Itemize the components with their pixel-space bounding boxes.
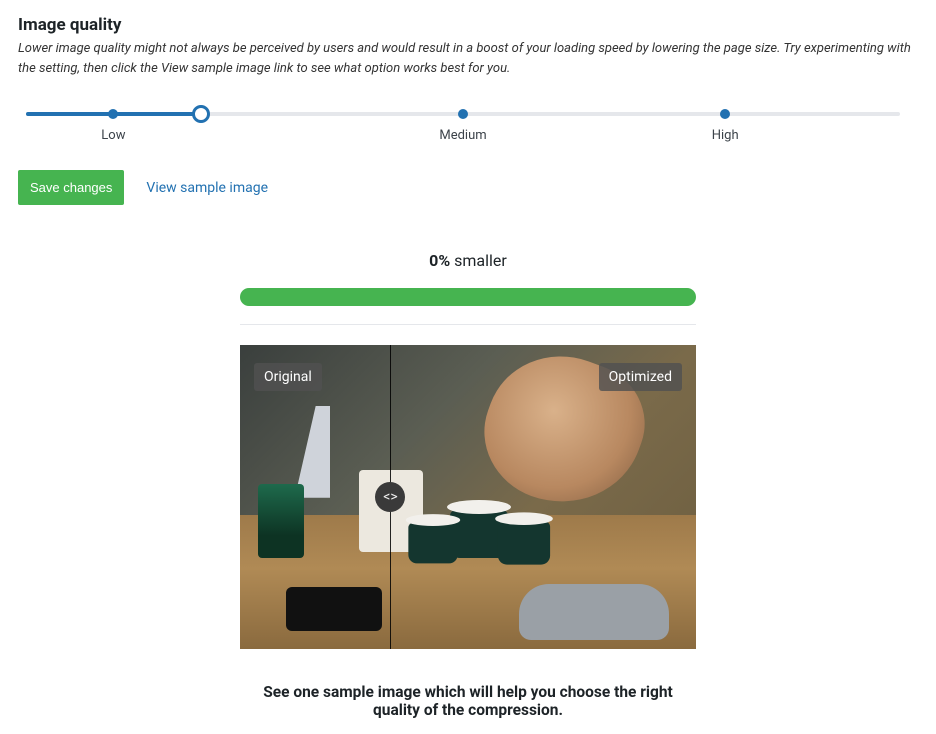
smaller-word: smaller [450,251,507,270]
image-quality-heading: Image quality [18,15,918,35]
image-quality-description: Lower image quality might not always be … [18,39,918,78]
sample-caption: See one sample image which will help you… [240,683,696,719]
divider [240,324,696,325]
save-changes-button[interactable]: Save changes [18,170,124,205]
original-badge: Original [254,363,322,391]
compression-percent: 0% [429,251,450,270]
arrows-horizontal-icon: <> [383,489,397,505]
compare-drag-handle[interactable]: <> [375,482,405,512]
compression-bar [240,288,696,306]
compression-result-text: 0% smaller [240,251,696,270]
slider-label-low: Low [101,128,125,143]
quality-slider[interactable]: Low Medium High [26,106,900,160]
slider-step-high[interactable] [720,109,730,119]
slider-label-high: High [712,128,739,143]
slider-step-medium[interactable] [458,109,468,119]
slider-label-medium: Medium [439,128,486,143]
slider-step-low[interactable] [108,109,118,119]
view-sample-image-link[interactable]: View sample image [146,180,268,196]
image-compare[interactable]: Original Optimized <> [240,345,696,649]
optimized-badge: Optimized [599,363,682,391]
slider-handle[interactable] [192,105,210,123]
